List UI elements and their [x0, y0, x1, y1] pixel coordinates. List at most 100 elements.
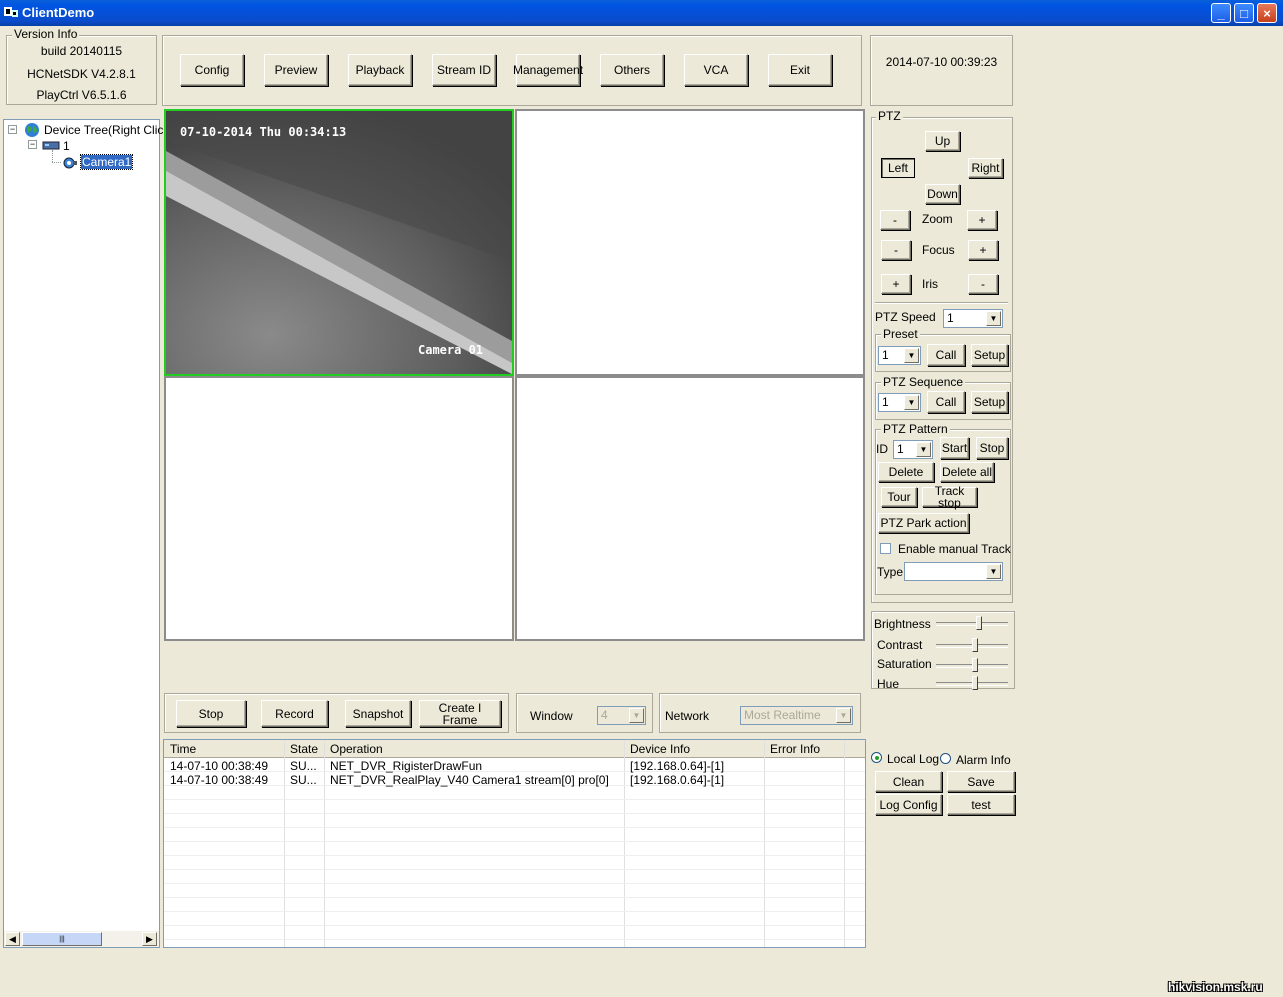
- hue-slider[interactable]: [936, 676, 1008, 690]
- column-header-error-info[interactable]: Error Info: [770, 742, 820, 756]
- log-header: [164, 740, 865, 758]
- brightness-slider[interactable]: [936, 616, 1008, 630]
- zoom-in-button[interactable]: +: [967, 210, 997, 230]
- pattern-id-select[interactable]: 1 ▼: [893, 440, 933, 459]
- log-list[interactable]: Time State Operation Device Info Error I…: [163, 739, 866, 948]
- type-select[interactable]: ▼: [904, 562, 1003, 581]
- camera-feed-image: [166, 111, 512, 374]
- ptz-speed-label: PTZ Speed: [875, 310, 936, 324]
- scroll-right-arrow-icon[interactable]: ▶: [142, 932, 157, 946]
- hue-slider-thumb[interactable]: [972, 676, 978, 690]
- scroll-thumb[interactable]: |||: [22, 932, 102, 946]
- chevron-down-icon[interactable]: ▼: [904, 348, 919, 363]
- chevron-down-icon[interactable]: ▼: [904, 395, 919, 410]
- tree-collapse-root[interactable]: −: [8, 125, 17, 134]
- brightness-slider-thumb[interactable]: [976, 616, 982, 630]
- saturation-slider[interactable]: [936, 658, 1008, 672]
- management-button[interactable]: Management: [513, 54, 583, 86]
- ptz-right-button[interactable]: Right: [968, 158, 1003, 178]
- test-button[interactable]: test: [947, 794, 1015, 815]
- clean-button[interactable]: Clean: [875, 771, 942, 792]
- column-header-time[interactable]: Time: [170, 742, 196, 756]
- pattern-start-button[interactable]: Start: [940, 437, 969, 459]
- config-button[interactable]: Config: [180, 54, 244, 86]
- tree-collapse-device[interactable]: −: [28, 140, 37, 149]
- record-button[interactable]: Record: [261, 700, 328, 727]
- chevron-down-icon[interactable]: ▼: [986, 311, 1001, 326]
- create-i-frame-button[interactable]: Create I Frame: [419, 700, 501, 727]
- focus-label: Focus: [922, 243, 955, 257]
- ptz-left-button[interactable]: Left: [881, 158, 915, 178]
- track-stop-button[interactable]: Track stop: [922, 485, 977, 509]
- window-value: 4: [601, 708, 608, 722]
- sequence-call-button[interactable]: Call: [927, 391, 965, 413]
- stop-button[interactable]: Stop: [176, 700, 246, 727]
- table-row[interactable]: 14-07-10 00:38:49 SU... NET_DVR_RealPlay…: [164, 773, 865, 787]
- network-label: Network: [665, 709, 710, 723]
- device-tree-panel[interactable]: − Device Tree(Right Click − 1 Camera1 ◀ …: [3, 119, 169, 948]
- network-select[interactable]: Most Realtime ▼: [740, 706, 853, 725]
- zoom-out-button[interactable]: -: [880, 210, 910, 230]
- sequence-select[interactable]: 1 ▼: [878, 393, 921, 412]
- alarm-info-radio[interactable]: [940, 753, 951, 764]
- tree-root-label[interactable]: Device Tree(Right Click: [44, 123, 169, 137]
- sequence-value: 1: [882, 395, 889, 409]
- preview-button[interactable]: Preview: [264, 54, 328, 86]
- ptz-up-button[interactable]: Up: [925, 131, 960, 151]
- video-window-4[interactable]: [515, 376, 865, 641]
- preset-setup-button[interactable]: Setup: [971, 344, 1008, 366]
- video-window-2[interactable]: [515, 109, 865, 376]
- contrast-slider[interactable]: [936, 638, 1008, 652]
- pattern-delete-button[interactable]: Delete: [878, 462, 934, 482]
- log-config-button[interactable]: Log Config: [875, 794, 942, 815]
- vca-button[interactable]: VCA: [684, 54, 748, 86]
- watermark-text: hikvision.msk.ru: [1168, 980, 1263, 994]
- maximize-button[interactable]: □: [1234, 3, 1254, 23]
- preset-select[interactable]: 1 ▼: [878, 346, 921, 365]
- chevron-down-icon[interactable]: ▼: [836, 708, 851, 723]
- app-icon: [4, 7, 18, 17]
- chevron-down-icon[interactable]: ▼: [916, 442, 931, 457]
- exit-button[interactable]: Exit: [768, 54, 832, 86]
- tour-button[interactable]: Tour: [881, 487, 917, 507]
- scroll-left-arrow-icon[interactable]: ◀: [5, 932, 20, 946]
- chevron-down-icon[interactable]: ▼: [986, 564, 1001, 579]
- minimize-button[interactable]: _: [1211, 3, 1231, 23]
- chevron-down-icon[interactable]: ▼: [629, 708, 644, 723]
- contrast-slider-thumb[interactable]: [972, 638, 978, 652]
- table-row[interactable]: 14-07-10 00:38:49 SU... NET_DVR_Rigister…: [164, 759, 865, 773]
- preset-call-button[interactable]: Call: [927, 344, 965, 366]
- iris-plus-button[interactable]: +: [881, 274, 911, 294]
- close-button[interactable]: ×: [1257, 3, 1277, 23]
- ptz-speed-select[interactable]: 1 ▼: [943, 309, 1003, 328]
- save-button[interactable]: Save: [947, 771, 1015, 792]
- window-select[interactable]: 4 ▼: [597, 706, 646, 725]
- saturation-slider-thumb[interactable]: [972, 658, 978, 672]
- globe-icon: [25, 123, 39, 137]
- others-button[interactable]: Others: [600, 54, 664, 86]
- local-log-radio[interactable]: [871, 752, 882, 763]
- column-header-state[interactable]: State: [290, 742, 318, 756]
- column-header-device-info[interactable]: Device Info: [630, 742, 690, 756]
- version-info-label: Version Info: [12, 27, 80, 41]
- playback-button[interactable]: Playback: [348, 54, 412, 86]
- tree-camera-label[interactable]: Camera1: [79, 154, 134, 170]
- focus-minus-button[interactable]: -: [881, 240, 911, 260]
- title-bar[interactable]: ClientDemo _ □ ×: [0, 0, 1283, 26]
- tree-hscrollbar[interactable]: ◀ ||| ▶: [4, 931, 159, 947]
- video-window-3[interactable]: [164, 376, 514, 641]
- iris-minus-button[interactable]: -: [968, 274, 998, 294]
- snapshot-button[interactable]: Snapshot: [345, 700, 411, 727]
- column-header-operation[interactable]: Operation: [330, 742, 383, 756]
- manual-track-checkbox[interactable]: [880, 543, 891, 554]
- stream-id-button[interactable]: Stream ID: [432, 54, 496, 86]
- ptz-park-action-button[interactable]: PTZ Park action: [878, 513, 969, 533]
- sequence-label: PTZ Sequence: [881, 375, 966, 389]
- pattern-delete-all-button[interactable]: Delete all: [940, 462, 994, 482]
- focus-plus-button[interactable]: +: [968, 240, 998, 260]
- tree-device-label[interactable]: 1: [63, 139, 70, 153]
- sequence-setup-button[interactable]: Setup: [971, 391, 1008, 413]
- video-window-1[interactable]: 07-10-2014 Thu 00:34:13 Camera 01: [164, 109, 514, 376]
- ptz-down-button[interactable]: Down: [925, 184, 960, 204]
- pattern-stop-button[interactable]: Stop: [976, 437, 1008, 459]
